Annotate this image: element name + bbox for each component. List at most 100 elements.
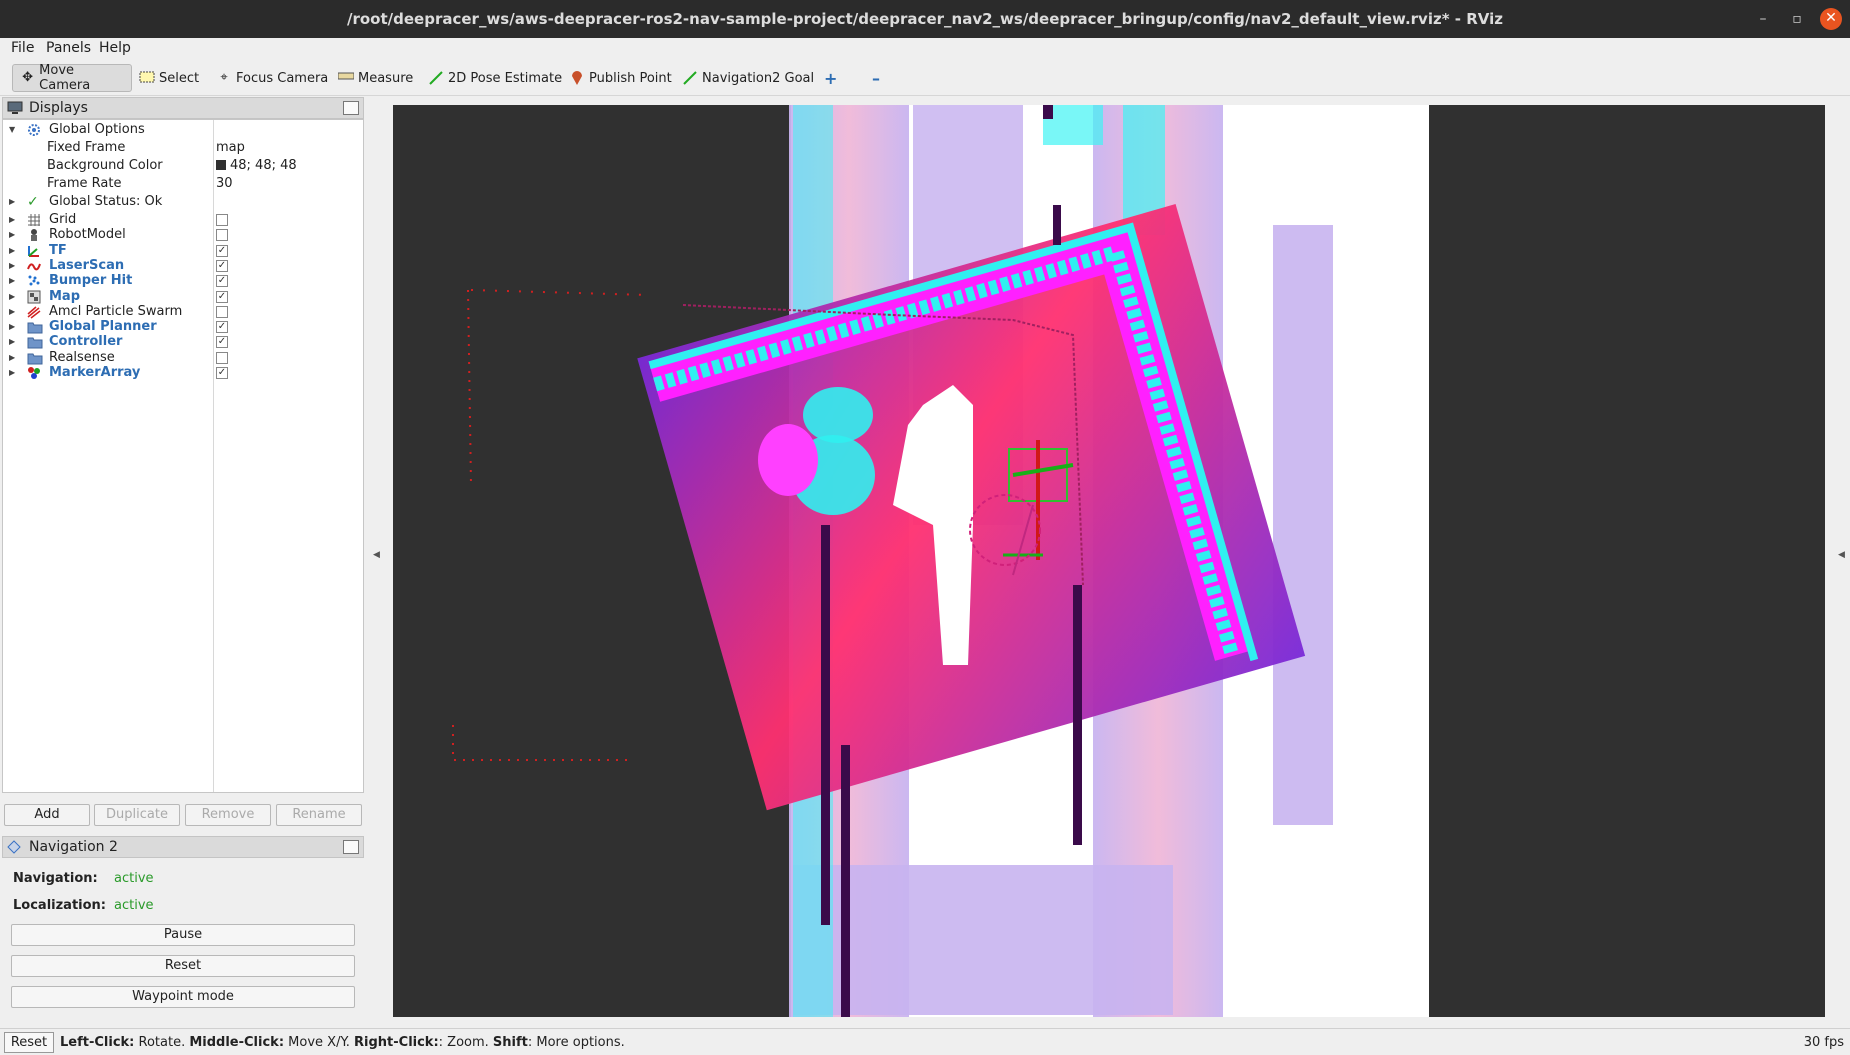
- nav-goal-tool[interactable]: Navigation2 Goal: [675, 64, 820, 92]
- global-options-label: Global Options: [49, 122, 145, 137]
- background-color-value[interactable]: 48; 48; 48: [216, 157, 297, 175]
- monitor-icon: [7, 101, 23, 115]
- localization-status-line: Localization: active: [13, 898, 154, 913]
- color-swatch: [216, 160, 226, 170]
- fps-indicator: 30 fps: [1803, 1035, 1844, 1050]
- folder-icon: [27, 320, 43, 334]
- green-arrow-icon: [427, 70, 445, 86]
- tool-bar: ✥ Move Camera Select ⌖ Focus Camera Meas…: [0, 60, 1850, 96]
- menu-help[interactable]: Help: [99, 40, 131, 56]
- reset-navigation-button[interactable]: Reset: [11, 955, 355, 977]
- menu-file[interactable]: File: [11, 40, 34, 56]
- rename-display-button[interactable]: Rename: [276, 804, 362, 826]
- diamond-icon: [7, 840, 23, 854]
- minimize-button[interactable]: –: [1752, 9, 1774, 29]
- localization-label: Localization:: [13, 898, 106, 913]
- right-dock-area: [1832, 96, 1850, 1026]
- move-camera-tool[interactable]: ✥ Move Camera: [12, 63, 132, 93]
- display-item-checkbox[interactable]: ✓: [216, 321, 228, 334]
- display-item-checkbox[interactable]: ✓: [216, 259, 228, 272]
- select-label: Select: [159, 70, 200, 86]
- remove-tool-button[interactable]: –: [866, 64, 886, 92]
- menu-bar: File Panels Help: [0, 38, 1850, 60]
- costmap-render: [452, 105, 1429, 1017]
- add-tool-button[interactable]: +: [818, 64, 843, 92]
- display-item-markerarray[interactable]: ▶ MarkerArray ✓: [3, 364, 363, 382]
- collapse-left-icon[interactable]: ◀: [373, 550, 380, 560]
- hint-right-click: Right-Click:: [354, 1035, 439, 1050]
- navigation-panel: Navigation: active Localization: active …: [2, 858, 364, 1016]
- display-item-checkbox[interactable]: ✓: [216, 367, 228, 379]
- render-viewport[interactable]: [393, 105, 1825, 1017]
- expand-arrow-icon[interactable]: ▼: [9, 121, 19, 139]
- laserscan-points-top: [470, 289, 649, 296]
- frame-rate-value[interactable]: 30: [216, 175, 233, 193]
- measure-label: Measure: [358, 70, 414, 86]
- navigation-label: Navigation:: [13, 871, 98, 886]
- publish-point-tool[interactable]: Publish Point: [562, 64, 678, 92]
- remove-display-button[interactable]: Remove: [185, 804, 271, 826]
- hint-left-action: Rotate.: [134, 1035, 190, 1050]
- display-item-checkbox[interactable]: [216, 305, 228, 318]
- display-item-checkbox[interactable]: ✓: [216, 244, 228, 257]
- pointcloud-icon: [27, 274, 43, 288]
- move-camera-label: Move Camera: [39, 63, 91, 93]
- move-camera-icon: ✥: [22, 70, 34, 85]
- global-status-row[interactable]: ▶ ✓ Global Status: Ok: [3, 193, 363, 211]
- expand-arrow-icon[interactable]: ▶: [9, 364, 19, 382]
- folder-icon: [27, 335, 43, 349]
- float-panel-button[interactable]: [343, 101, 359, 115]
- display-item-checkbox[interactable]: [216, 229, 228, 242]
- display-item-checkbox[interactable]: ✓: [216, 336, 228, 349]
- hint-right-action: : Zoom.: [438, 1035, 493, 1050]
- pose-estimate-tool[interactable]: 2D Pose Estimate: [421, 64, 568, 92]
- measure-tool[interactable]: Measure: [331, 64, 419, 92]
- focus-camera-tool[interactable]: ⌖ Focus Camera: [209, 64, 334, 92]
- frame-rate-row[interactable]: Frame Rate 30: [3, 175, 363, 193]
- localization-status: active: [114, 898, 154, 913]
- collapse-right-icon[interactable]: ◀: [1838, 550, 1845, 560]
- select-tool[interactable]: Select: [132, 64, 205, 92]
- select-icon: [138, 70, 156, 86]
- costmap-right-corridor: [1273, 225, 1333, 825]
- nav-goal-label: Navigation2 Goal: [702, 70, 815, 86]
- close-button[interactable]: ✕: [1820, 8, 1842, 30]
- laserscan-points: [452, 289, 633, 761]
- displays-tree: ▼ Global Options Fixed Frame map Backgro…: [2, 119, 364, 793]
- add-display-button[interactable]: Add: [4, 804, 90, 826]
- display-item-checkbox[interactable]: ✓: [216, 290, 228, 303]
- folder-icon: [27, 351, 43, 365]
- tf-icon: [27, 244, 43, 258]
- wall-right: [1073, 585, 1082, 845]
- displays-title: Displays: [29, 100, 88, 116]
- float-panel-button[interactable]: [343, 840, 359, 854]
- menu-panels[interactable]: Panels: [46, 40, 91, 56]
- reset-view-button[interactable]: Reset: [4, 1032, 54, 1053]
- hint-left-click: Left-Click:: [60, 1035, 135, 1050]
- mouse-hint: Left-Click: Rotate. Middle-Click: Move X…: [60, 1035, 625, 1050]
- wall-left: [821, 525, 830, 925]
- frame-rate-label: Frame Rate: [47, 176, 122, 191]
- display-item-checkbox[interactable]: [216, 214, 228, 226]
- background-color-label: Background Color: [47, 158, 163, 173]
- maximize-button[interactable]: ▫: [1786, 9, 1808, 29]
- background-color-text: 48; 48; 48: [230, 158, 297, 173]
- laserscan-icon: [27, 259, 43, 273]
- hint-shift: Shift: [492, 1035, 528, 1050]
- global-options-row[interactable]: ▼ Global Options: [3, 121, 363, 139]
- fixed-frame-value[interactable]: map: [216, 139, 245, 157]
- window-title: /root/deepracer_ws/aws-deepracer-ros2-na…: [347, 10, 1503, 28]
- pause-button[interactable]: Pause: [11, 924, 355, 946]
- duplicate-display-button[interactable]: Duplicate: [94, 804, 180, 826]
- background-color-row[interactable]: Background Color 48; 48; 48: [3, 157, 363, 175]
- fixed-frame-row[interactable]: Fixed Frame map: [3, 139, 363, 157]
- publish-point-label: Publish Point: [589, 70, 672, 86]
- global-status-label: Global Status: Ok: [49, 194, 163, 209]
- grid-icon: [27, 213, 43, 227]
- title-bar: /root/deepracer_ws/aws-deepracer-ros2-na…: [0, 0, 1850, 38]
- display-item-checkbox[interactable]: ✓: [216, 275, 228, 288]
- navigation-status-line: Navigation: active: [13, 871, 154, 886]
- display-item-checkbox[interactable]: [216, 351, 228, 364]
- waypoint-mode-button[interactable]: Waypoint mode: [11, 986, 355, 1008]
- expand-arrow-icon[interactable]: ▶: [9, 193, 19, 211]
